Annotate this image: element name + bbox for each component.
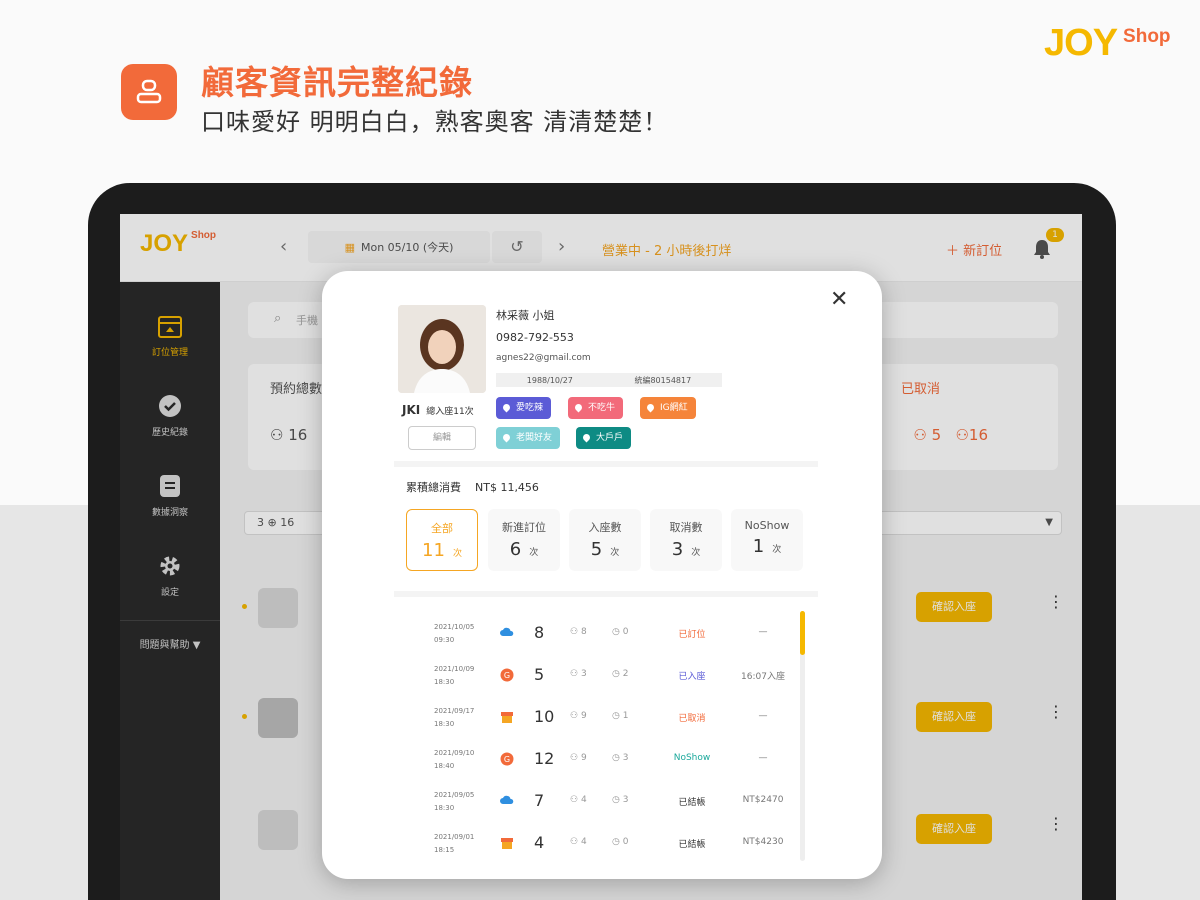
svg-text:G: G — [504, 671, 510, 680]
customer-info-bar: 1988/10/27 統編80154817 — [496, 373, 722, 387]
scrollbar[interactable] — [800, 611, 805, 861]
history-row[interactable]: 2021/09/01 18:15 4 ⚇ 4 ◷ 0 已結帳 NT$4230 — [394, 821, 804, 863]
promo-subtitle: 口味愛好 明明白白，熟客奧客 清清楚楚！ — [201, 108, 669, 136]
history-note: NT$4230 — [742, 837, 784, 847]
history-kids: ⚇ 9 — [570, 753, 587, 763]
history-pax: 4 — [534, 833, 545, 852]
history-status: 已取消 — [678, 714, 706, 724]
cloud-icon — [500, 625, 514, 639]
close-icon[interactable]: ✕ — [830, 287, 848, 312]
history-status: 已入座 — [678, 672, 706, 682]
history-datetime: 2021/09/10 18:40 — [434, 749, 475, 770]
history-kids: ⚇ 8 — [570, 627, 587, 637]
brand-shop: Shop — [1123, 26, 1171, 47]
tag-chip[interactable]: 不吃牛 — [568, 397, 624, 419]
edit-customer-button[interactable]: 編輯 — [408, 426, 476, 450]
customer-phone: 0982-792-553 — [496, 331, 574, 344]
stat-seated[interactable]: 入座數 5 次 — [569, 509, 641, 571]
history-chairs: ◷ 3 — [612, 753, 629, 763]
user-profile-icon — [121, 64, 177, 120]
customer-detail-modal: ✕ 林采薇 小姐 0982-792-553 agnes22@gmail.com … — [322, 271, 882, 879]
history-chairs: ◷ 3 — [612, 795, 629, 805]
history-datetime: 2021/09/01 18:15 — [434, 833, 475, 854]
tag-chip[interactable]: IG網紅 — [640, 397, 696, 419]
history-datetime: 2021/09/17 18:30 — [434, 707, 475, 728]
history-chairs: ◷ 2 — [612, 669, 629, 679]
svg-text:G: G — [504, 755, 510, 764]
page: 顧客資訊完整紀錄 口味愛好 明明白白，熟客奧客 清清楚楚！ JOY Shop J… — [0, 0, 1200, 900]
history-status: 已訂位 — [678, 630, 706, 640]
stat-new-bookings[interactable]: 新進訂位 6 次 — [488, 509, 560, 571]
history-row[interactable]: 2021/09/05 18:30 7 ⚇ 4 ◷ 3 已結帳 NT$2470 — [394, 779, 804, 821]
promo-title: 顧客資訊完整紀錄 — [201, 63, 473, 102]
customer-photo — [398, 305, 486, 393]
history-status: NoShow — [673, 753, 711, 763]
history-pax: 5 — [534, 665, 545, 684]
history-pax: 7 — [534, 791, 545, 810]
history-kids: ⚇ 9 — [570, 711, 587, 721]
scrollbar-thumb[interactable] — [800, 611, 805, 655]
stat-cancelled[interactable]: 取消數 3 次 — [650, 509, 722, 571]
section-divider — [394, 461, 818, 467]
history-datetime: 2021/09/05 18:30 — [434, 791, 475, 812]
history-row[interactable]: 2021/10/05 09:30 8 ⚇ 8 ◷ 0 已訂位 — — [394, 611, 804, 653]
history-datetime: 2021/10/05 09:30 — [434, 623, 475, 644]
store-icon — [500, 709, 514, 723]
tag-chip[interactable]: 大戶戶 — [576, 427, 632, 449]
brand-joy: JOY — [1044, 22, 1118, 64]
history-row[interactable]: 2021/10/09 18:30 G 5 ⚇ 3 ◷ 2 已入座 16:07入座 — [394, 653, 804, 695]
history-note: — — [758, 753, 768, 763]
customer-name: 林采薇 小姐 — [496, 309, 555, 322]
history-status: 已結帳 — [678, 798, 706, 808]
history-row[interactable]: 2021/09/10 18:40 G 12 ⚇ 9 ◷ 3 NoShow — — [394, 737, 804, 779]
cloud-icon — [500, 793, 514, 807]
history-note: NT$2470 — [742, 795, 784, 805]
history-chairs: ◷ 0 — [612, 837, 629, 847]
stat-noshow[interactable]: NoShow 1 次 — [731, 509, 803, 571]
history-pax: 12 — [534, 749, 555, 768]
history-kids: ⚇ 4 — [570, 795, 587, 805]
customer-member-no: 統編80154817 — [634, 375, 692, 385]
reservation-history-list: 2021/10/05 09:30 8 ⚇ 8 ◷ 0 已訂位 — 2021/10/09 18:3… — [394, 591, 818, 879]
store-icon — [500, 835, 514, 849]
google-icon: G — [500, 667, 514, 682]
customer-email: agnes22@gmail.com — [496, 353, 591, 363]
tag-chip[interactable]: 愛吃辣 — [496, 397, 552, 419]
history-pax: 10 — [534, 707, 555, 726]
stat-all[interactable]: 全部 11 次 — [406, 509, 478, 571]
history-chairs: ◷ 0 — [612, 627, 629, 637]
history-kids: ⚇ 3 — [570, 669, 587, 679]
history-note: — — [758, 627, 768, 637]
tag-chip[interactable]: 老闆好友 — [496, 427, 561, 449]
history-note: — — [758, 711, 768, 721]
visit-count: JKI 總入座11次 — [402, 403, 474, 417]
history-note: 16:07入座 — [741, 672, 785, 682]
history-row[interactable]: 2021/09/17 18:30 10 ⚇ 9 ◷ 1 已取消 — — [394, 695, 804, 737]
customer-birthday: 1988/10/27 — [526, 375, 573, 385]
history-chairs: ◷ 1 — [612, 711, 629, 721]
google-icon: G — [500, 751, 514, 766]
history-status: 已結帳 — [678, 840, 706, 850]
history-datetime: 2021/10/09 18:30 — [434, 665, 475, 686]
total-spend: 累積總消費 NT$ 11,456 — [406, 481, 539, 494]
brand-logo: JOY Shop — [1044, 22, 1171, 65]
history-kids: ⚇ 4 — [570, 837, 587, 847]
history-pax: 8 — [534, 623, 545, 642]
